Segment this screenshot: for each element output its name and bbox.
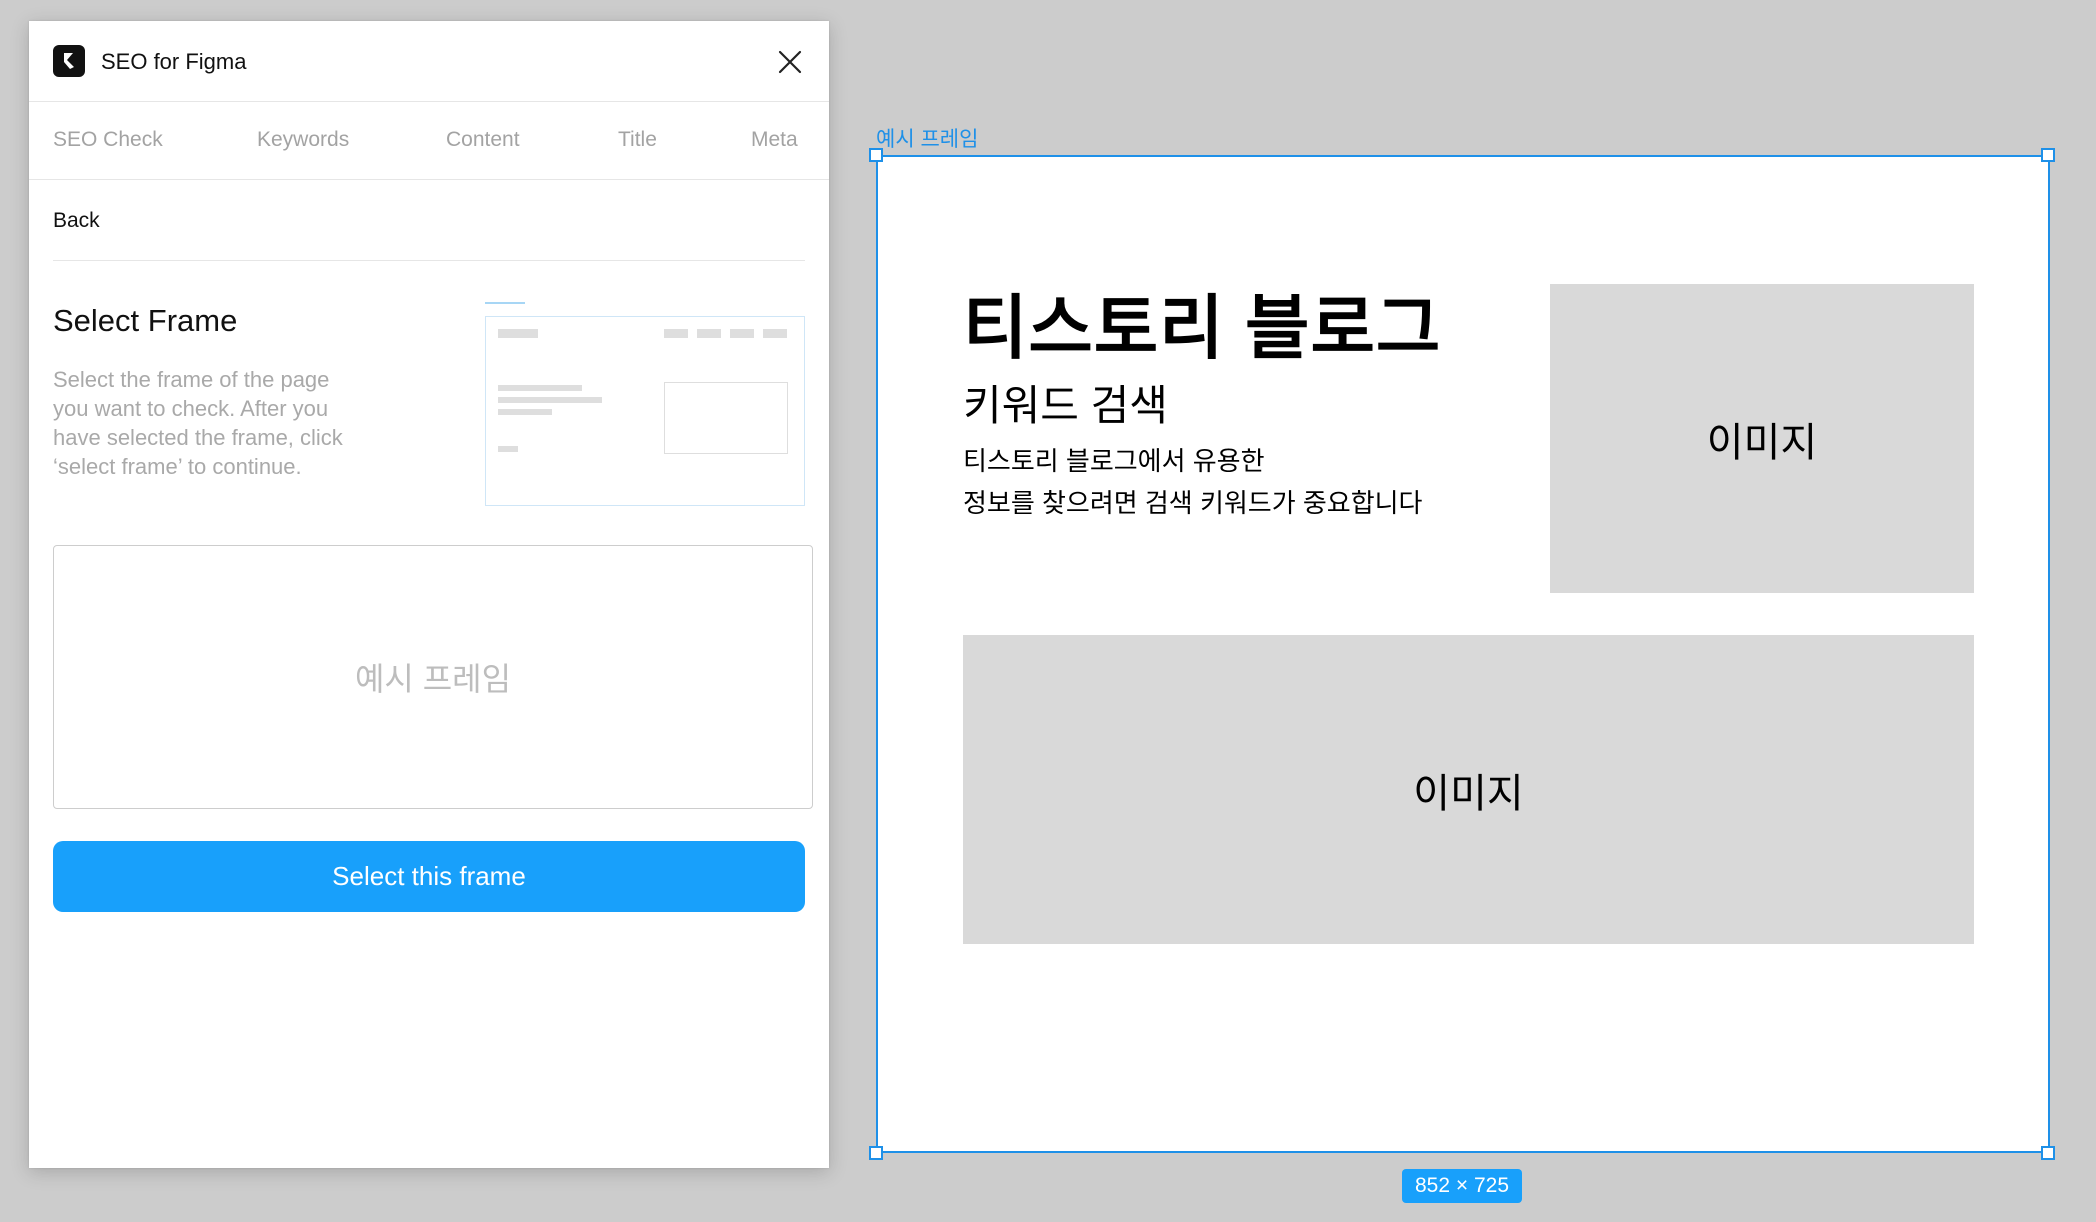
image-placeholder[interactable]: 이미지 [963, 635, 1974, 944]
canvas-frame[interactable]: 티스토리 블로그 키워드 검색 티스토리 블로그에서 유용한 정보를 찾으려면 … [876, 155, 2050, 1153]
section-description-line: have selected the frame, click [53, 425, 343, 450]
frame-body-text[interactable]: 티스토리 블로그에서 유용한 정보를 찾으려면 검색 키워드가 중요합니다 [963, 440, 1422, 524]
resize-handle-bottom-right[interactable] [2041, 1146, 2055, 1160]
section-title: Select Frame [53, 303, 238, 338]
tab-bar: SEO Check Keywords Content Title Meta [29, 102, 829, 180]
divider [53, 260, 805, 261]
frame-body-line: 정보를 찾으려면 검색 키워드가 중요합니다 [963, 488, 1423, 518]
illustration-block [498, 385, 582, 391]
tab-seo-check[interactable]: SEO Check [53, 128, 163, 152]
illustration-block [763, 329, 787, 338]
resize-handle-top-right[interactable] [2041, 148, 2055, 162]
section-description: Select the frame of the page you want to… [53, 365, 433, 481]
tab-meta[interactable]: Meta [751, 128, 798, 152]
illustration-accent [485, 302, 525, 304]
selected-frame-name: 예시 프레임 [354, 661, 512, 697]
frame-title[interactable]: 티스토리 블로그 [963, 272, 1441, 373]
section-description-line: you want to check. After you [53, 396, 329, 421]
plugin-titlebar: SEO for Figma [29, 21, 829, 102]
frame-illustration [485, 316, 805, 506]
plugin-panel: SEO for Figma SEO Check Keywords Content… [29, 21, 829, 1168]
section-description-line: ‘select frame’ to continue. [53, 454, 302, 479]
resize-handle-bottom-left[interactable] [869, 1146, 883, 1160]
illustration-block [498, 329, 538, 338]
frame-subtitle[interactable]: 키워드 검색 [963, 372, 1168, 433]
frame-name-label[interactable]: 예시 프레임 [876, 123, 978, 153]
frame-size-badge: 852 × 725 [1402, 1169, 1522, 1203]
frame-body-line: 티스토리 블로그에서 유용한 [963, 446, 1265, 476]
select-this-frame-button[interactable]: Select this frame [53, 841, 805, 912]
illustration-block [498, 446, 518, 452]
illustration-block [697, 329, 721, 338]
image-placeholder-label: 이미지 [1706, 420, 1818, 465]
tab-keywords[interactable]: Keywords [257, 128, 349, 152]
image-placeholder-label: 이미지 [1413, 771, 1524, 816]
illustration-block [498, 397, 602, 403]
back-button[interactable]: Back [53, 209, 100, 233]
illustration-block [498, 409, 552, 415]
section-description-line: Select the frame of the page [53, 367, 330, 392]
illustration-image [664, 382, 788, 454]
tab-title[interactable]: Title [618, 128, 657, 152]
selected-frame-preview[interactable]: 예시 프레임 [53, 545, 813, 809]
resize-handle-top-left[interactable] [869, 148, 883, 162]
close-icon[interactable] [775, 47, 805, 77]
image-placeholder[interactable]: 이미지 [1550, 284, 1974, 593]
illustration-block [730, 329, 754, 338]
illustration-block [664, 329, 688, 338]
app-title: SEO for Figma [101, 49, 247, 74]
tab-content[interactable]: Content [446, 128, 520, 152]
seo-logo-icon [53, 45, 85, 77]
